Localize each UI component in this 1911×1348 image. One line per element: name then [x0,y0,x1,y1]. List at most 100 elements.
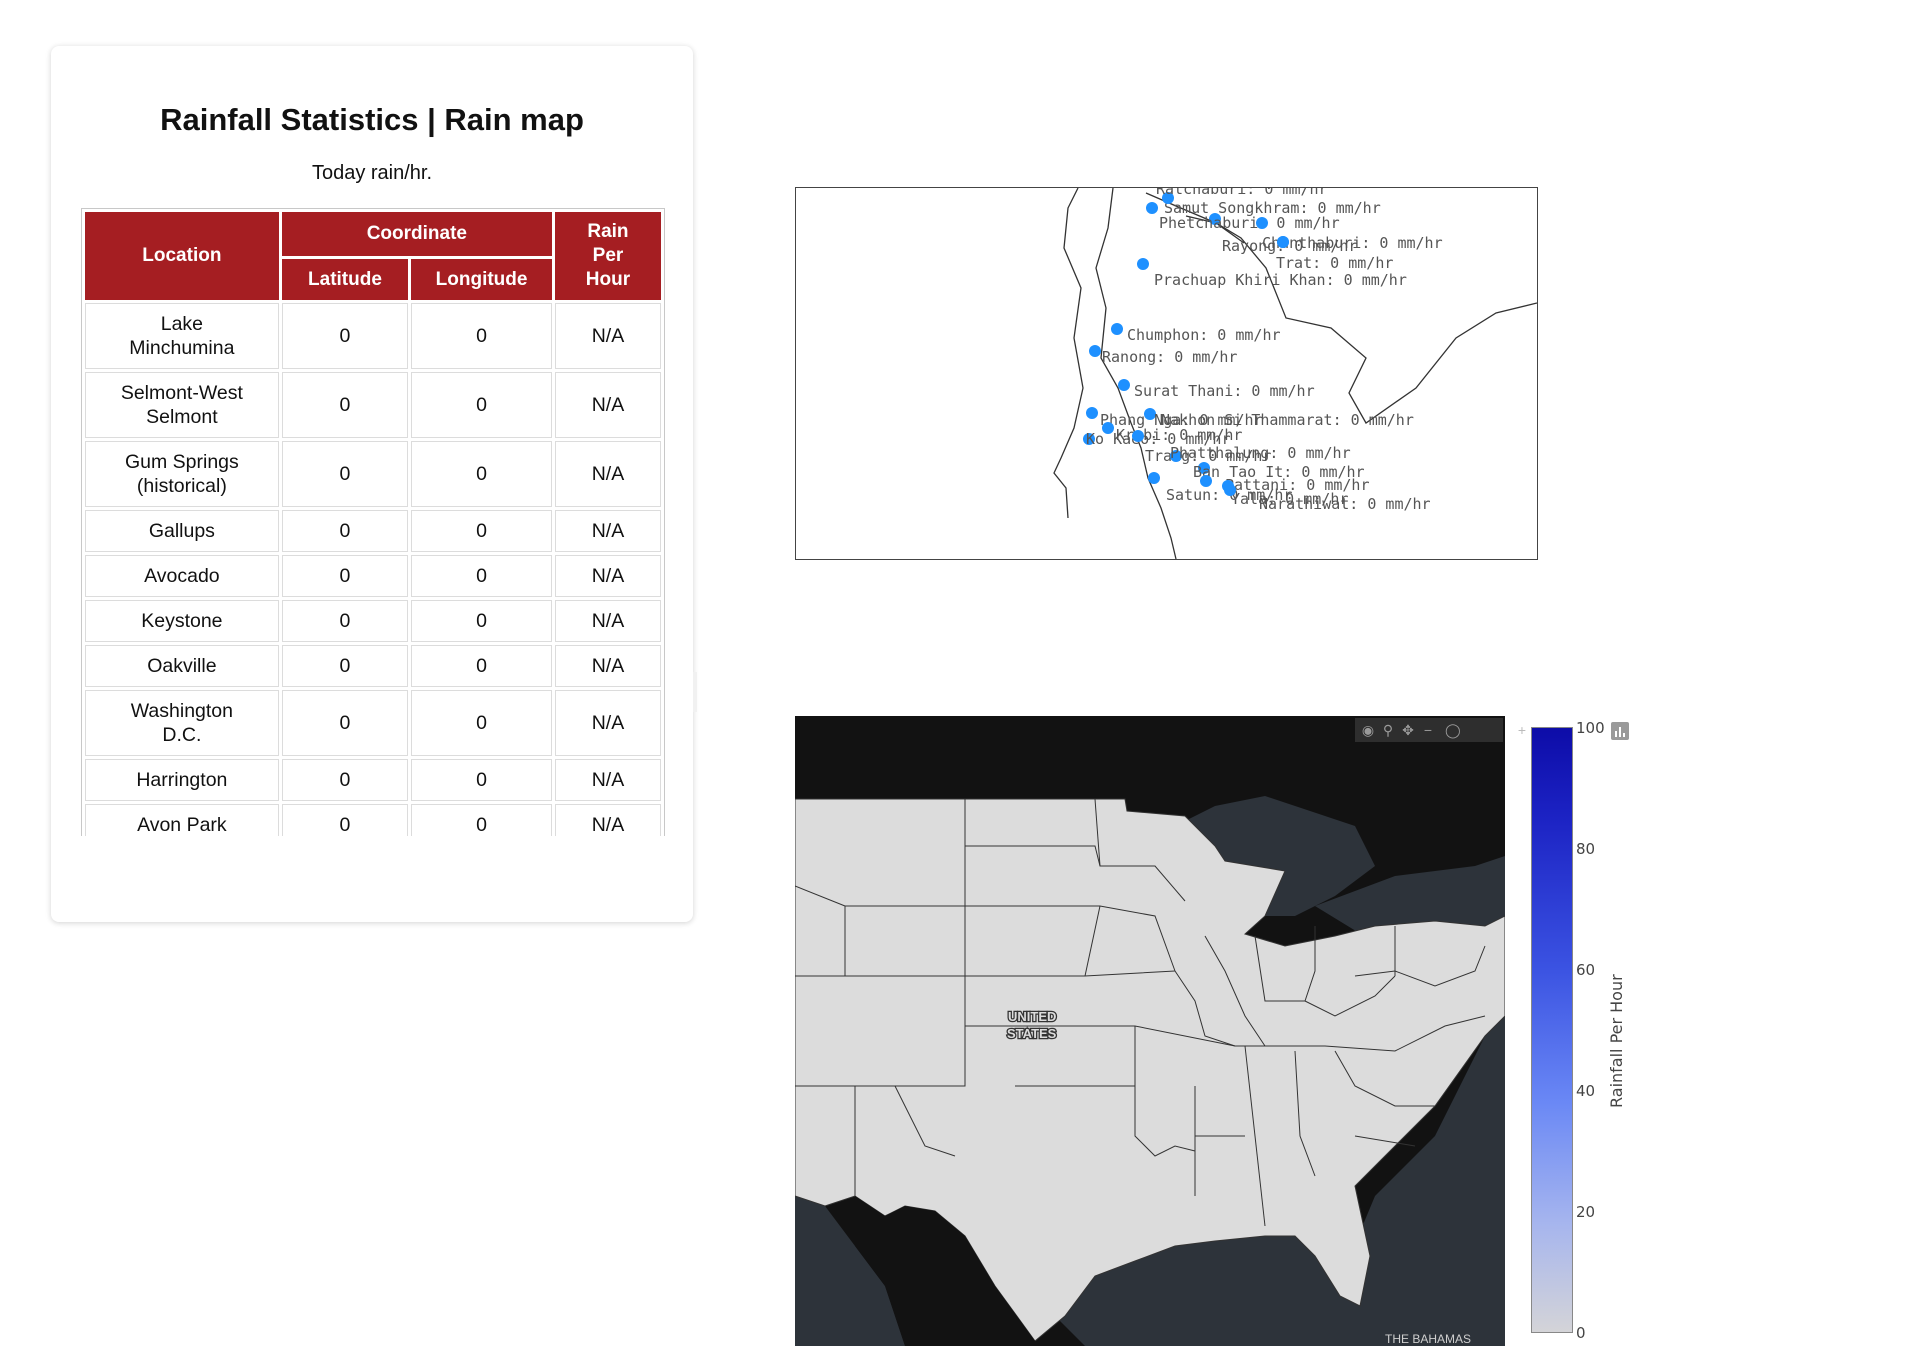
cell-longitude: 0 [411,804,552,836]
pan-icon[interactable]: ✥ [1401,723,1415,737]
cell-latitude: 0 [281,555,409,597]
header-coordinate: Coordinate [281,212,552,256]
rain-marker[interactable] [1089,345,1101,357]
cell-location: Gallups [85,510,279,552]
cell-latitude: 0 [281,690,409,756]
cell-latitude: 0 [281,645,409,687]
rainfall-colorbar [1531,727,1573,1333]
marker-label: Phatthalung: 0 mm/hr [1170,444,1351,462]
rain-marker[interactable] [1146,202,1158,214]
cell-location: Avocado [85,555,279,597]
country-label-line2: STATES [1007,1026,1057,1041]
us-map-canvas[interactable]: UNITED STATES THE BAHAMAS [795,716,1505,1346]
cell-longitude: 0 [411,645,552,687]
table-row: Gallups 0 0 N/A [85,510,661,552]
stats-card: Rainfall Statistics | Rain map Today rai… [51,46,693,922]
table-row: Gum Springs (historical) 0 0 N/A [85,441,661,507]
cell-rain: N/A [554,441,661,507]
marker-label: Ratchaburi: 0 mm/hr [1156,188,1328,198]
cell-longitude: 0 [411,600,552,642]
country-label-line1: UNITED [1008,1009,1056,1024]
stats-table: Location Coordinate Rain Per Hour Latitu… [82,209,664,836]
marker-label: Ranong: 0 mm/hr [1102,348,1237,366]
colorbar-tick: 60 [1576,961,1596,979]
cell-location: Selmont-West Selmont [85,372,279,438]
header-rain-line1: Rain [587,221,629,242]
cell-location: Lake Minchumina [85,303,279,369]
us-rain-map[interactable]: UNITED STATES THE BAHAMAS [795,716,1505,1346]
marker-label: Chumphon: 0 mm/hr [1127,326,1281,344]
colorbar-title: Rainfall Per Hour [1607,974,1626,1108]
cell-rain: N/A [554,645,661,687]
cell-location: Harrington [85,759,279,801]
header-location: Location [85,212,279,300]
marker-label: Chanthaburi: 0 mm/hr [1262,234,1443,252]
cell-latitude: 0 [281,441,409,507]
thailand-map-canvas[interactable]: Phetchaburi: 0 mm/hrRayong: 0 mm/hrChant… [796,188,1537,559]
rain-marker[interactable] [1277,236,1289,248]
rain-marker[interactable] [1256,217,1268,229]
cell-latitude: 0 [281,804,409,836]
cell-location: Gum Springs (historical) [85,441,279,507]
zoom-in-icon[interactable]: + [1515,723,1529,737]
colorbar-tick: 80 [1576,840,1596,858]
plotly-logo-icon[interactable] [1611,722,1629,740]
cell-longitude: 0 [411,690,552,756]
cell-rain: N/A [554,804,661,836]
cell-latitude: 0 [281,372,409,438]
page-title: Rainfall Statistics | Rain map [160,102,584,137]
table-row: Avocado 0 0 N/A [85,555,661,597]
colorbar-tick: 20 [1576,1203,1596,1221]
header-rain-line3: Hour [585,269,631,290]
thailand-rain-map[interactable]: Phetchaburi: 0 mm/hr Rayong: 0 mm/hr Chant… [795,187,1538,560]
rain-marker[interactable] [1137,258,1149,270]
colorbar-tick: 100 [1576,719,1605,737]
header-latitude: Latitude [281,259,409,300]
camera-icon[interactable]: ◉ [1361,723,1375,737]
page-subtitle: Today rain/hr. [311,162,433,184]
rain-marker[interactable] [1132,430,1144,442]
zoom-out-icon[interactable]: − [1421,723,1435,737]
cell-latitude: 0 [281,759,409,801]
cell-location: Avon Park [85,804,279,836]
cell-latitude: 0 [281,303,409,369]
cell-rain: N/A [554,372,661,438]
rain-marker[interactable] [1148,472,1160,484]
cell-longitude: 0 [411,555,552,597]
cell-latitude: 0 [281,600,409,642]
table-row: Washington D.C. 0 0 N/A [85,690,661,756]
stats-table-container[interactable]: Location Coordinate Rain Per Hour Latitu… [81,208,665,836]
header-rain-per-hour: Rain Per Hour [554,212,661,300]
colorbar-tick: 40 [1576,1082,1596,1100]
lasso-icon[interactable]: ◯ [1445,723,1461,737]
cell-rain: N/A [554,690,661,756]
cell-latitude: 0 [281,510,409,552]
table-row: Harrington 0 0 N/A [85,759,661,801]
marker-label: Surat Thani: 0 mm/hr [1134,382,1315,400]
rain-marker[interactable] [1118,379,1130,391]
cell-location: Keystone [85,600,279,642]
cell-longitude: 0 [411,510,552,552]
marker-label: Prachuap Khiri Khan: 0 mm/hr [1154,271,1407,289]
place-label: THE BAHAMAS [1385,1332,1471,1346]
rain-marker[interactable] [1224,484,1236,496]
cell-rain: N/A [554,759,661,801]
cell-location: Oakville [85,645,279,687]
colorbar-tick: 0 [1576,1324,1586,1342]
marker-label: Samut Songkhram: 0 mm/hr [1164,199,1381,217]
cell-longitude: 0 [411,303,552,369]
card-scrollbar[interactable] [693,672,697,712]
cell-rain: N/A [554,600,661,642]
rain-marker[interactable] [1086,407,1098,419]
cell-location: Washington D.C. [85,690,279,756]
zoom-icon[interactable]: ⚲ [1381,723,1395,737]
thailand-markers: Phetchaburi: 0 mm/hrRayong: 0 mm/hrChant… [1083,188,1443,513]
table-row: Lake Minchumina 0 0 N/A [85,303,661,369]
plot-modebar: ◉ ⚲ ✥ − ◯ [1355,718,1503,742]
cell-rain: N/A [554,510,661,552]
table-row: Avon Park 0 0 N/A [85,804,661,836]
cell-rain: N/A [554,303,661,369]
table-row: Selmont-West Selmont 0 0 N/A [85,372,661,438]
rain-marker[interactable] [1111,323,1123,335]
header-rain-line2: Per [592,245,624,266]
